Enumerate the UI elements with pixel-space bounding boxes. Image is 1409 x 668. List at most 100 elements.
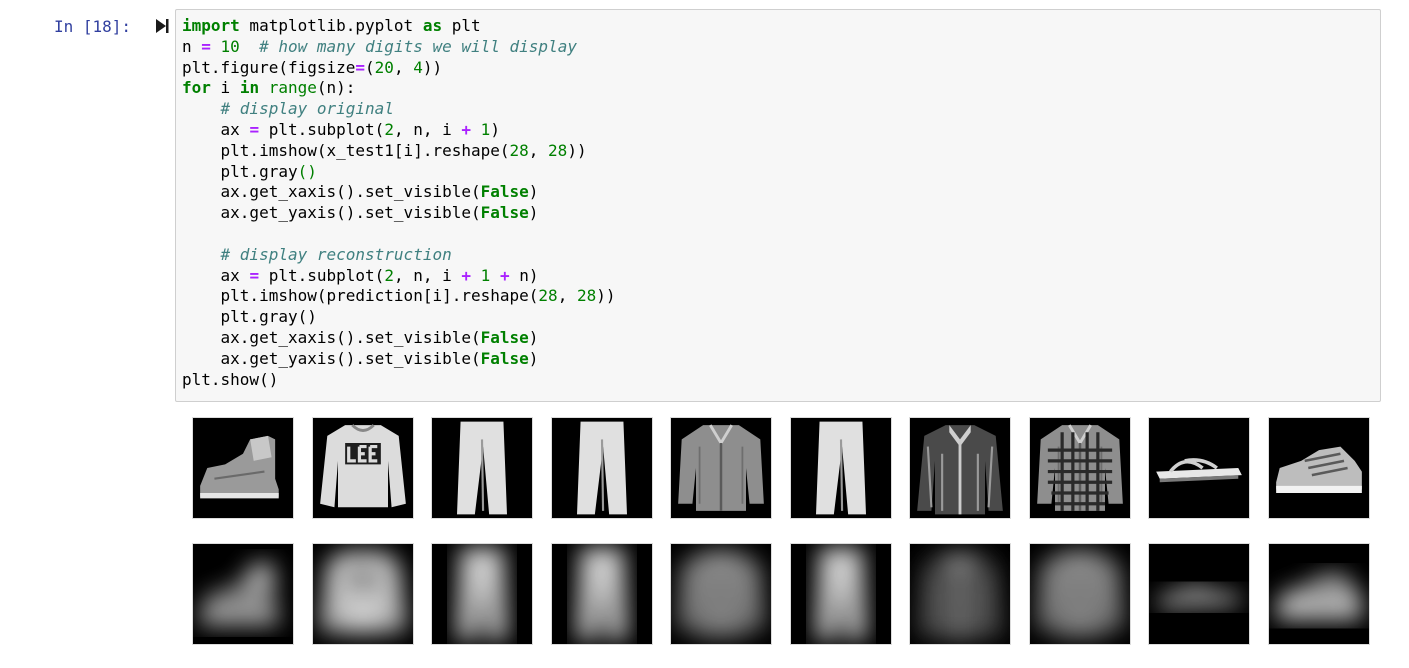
code-token: 20 <box>374 57 394 77</box>
code-token: # display original <box>220 99 394 119</box>
reconstruction-image <box>790 544 891 644</box>
code-line: import matplotlib.pyplot as plt <box>182 16 615 37</box>
code-line: ax.get_xaxis().set_visible(False) <box>182 328 615 349</box>
code-token: plt.imshow(prediction[i].reshape( <box>182 286 539 306</box>
code-token: () <box>297 161 317 181</box>
code-line: n = 10 # how many digits we will display <box>182 37 615 58</box>
code-token: # display reconstruction <box>220 244 452 264</box>
code-token: = <box>249 265 260 285</box>
code-token: False <box>480 327 529 347</box>
code-token: ) <box>528 327 539 347</box>
code-token: = <box>201 36 211 56</box>
code-token: False <box>480 182 529 202</box>
original-image <box>671 418 771 518</box>
code-token: ) <box>490 119 500 139</box>
code-line: # display original <box>182 99 615 120</box>
code-token: = <box>249 119 260 139</box>
code-line: ax.get_yaxis().set_visible(False) <box>182 203 615 224</box>
code-token: , <box>528 140 549 160</box>
code-token: + <box>461 265 472 285</box>
original-image <box>432 418 532 518</box>
code-line: ax.get_xaxis().set_visible(False) <box>182 182 615 203</box>
reconstruction-image <box>312 544 413 644</box>
code-token: 28 <box>548 140 568 160</box>
reconstruction-image <box>1029 544 1130 644</box>
code-token: i <box>210 78 240 98</box>
code-token: , <box>393 57 414 77</box>
code-line: plt.imshow(x_test1[i].reshape(28, 28)) <box>182 141 615 162</box>
code-line: plt.imshow(prediction[i].reshape(28, 28)… <box>182 286 616 307</box>
code-token: )) <box>567 140 587 160</box>
code-token: ax.get_xaxis().set_visible( <box>182 327 481 347</box>
run-icon[interactable] <box>155 18 169 34</box>
code-token: plt.gray <box>182 161 298 181</box>
code-token: )) <box>422 57 443 77</box>
code-token: 28 <box>509 140 529 160</box>
code-token: n) <box>509 265 539 285</box>
code-token: ax <box>182 119 250 139</box>
original-image <box>193 418 293 518</box>
code-token: = <box>355 57 366 77</box>
reconstruction-image <box>671 544 771 644</box>
code-token: plt.gray() <box>182 307 317 327</box>
code-token: ) <box>528 203 539 223</box>
code-cell[interactable]: import matplotlib.pyplot as plt n = 10 # … <box>175 9 1381 402</box>
code-token: + <box>499 265 510 285</box>
original-image <box>312 418 413 518</box>
code-token: plt.show() <box>182 369 279 389</box>
code-token: range <box>268 78 317 98</box>
original-image <box>910 418 1010 518</box>
code-token: 2 <box>384 119 394 139</box>
original-image <box>551 418 652 518</box>
original-image <box>1029 418 1130 518</box>
output-area <box>193 418 1373 644</box>
code-token: , n, i <box>393 119 462 139</box>
code-editor[interactable]: import matplotlib.pyplot as plt n = 10 # … <box>182 16 615 390</box>
code-token: ( <box>365 57 375 77</box>
code-token: as <box>422 16 443 35</box>
code-token: + <box>461 119 472 139</box>
code-token: False <box>480 348 529 368</box>
original-image <box>1268 418 1369 518</box>
original-image <box>1149 418 1249 518</box>
code-token: 1 <box>480 265 491 285</box>
code-token: plt.subplot( <box>259 119 385 139</box>
code-token: ) <box>528 182 539 202</box>
code-token: ax.get_yaxis().set_visible( <box>182 203 481 223</box>
reconstruction-image <box>193 544 293 644</box>
code-token: import <box>182 16 240 35</box>
code-token: 10 <box>220 36 240 56</box>
code-token: ax.get_xaxis().set_visible( <box>182 182 481 202</box>
code-line: ax.get_yaxis().set_visible(False) <box>182 349 615 370</box>
reconstruction-image <box>432 544 532 644</box>
code-token: , <box>557 286 577 306</box>
code-token: 4 <box>413 57 423 77</box>
code-token: for <box>182 78 211 98</box>
reconstruction-image <box>1268 544 1369 644</box>
code-token: ) <box>528 348 539 368</box>
code-line: ax = plt.subplot(2, n, i + 1 + n) <box>182 266 615 287</box>
code-token: 28 <box>576 286 597 306</box>
code-line: ax = plt.subplot(2, n, i + 1) <box>182 120 615 141</box>
code-token: n <box>182 36 202 56</box>
reconstruction-image <box>1149 544 1249 644</box>
code-token: 2 <box>384 265 394 285</box>
reconstruction-image <box>551 544 652 644</box>
code-token: )) <box>596 286 616 306</box>
code-line: plt.gray() <box>182 162 615 183</box>
code-line: plt.show() <box>182 370 615 391</box>
code-token: in <box>239 78 260 98</box>
code-token: 28 <box>538 286 558 306</box>
code-line: for i in range(n): <box>182 78 615 99</box>
code-token: plt.imshow(x_test1[i].reshape( <box>182 140 510 160</box>
code-line: plt.gray() <box>182 307 615 328</box>
original-image <box>790 418 891 518</box>
cell-prompt: In [18]: <box>54 17 132 36</box>
code-token: 1 <box>480 119 491 139</box>
code-token: , n, i <box>393 265 462 285</box>
